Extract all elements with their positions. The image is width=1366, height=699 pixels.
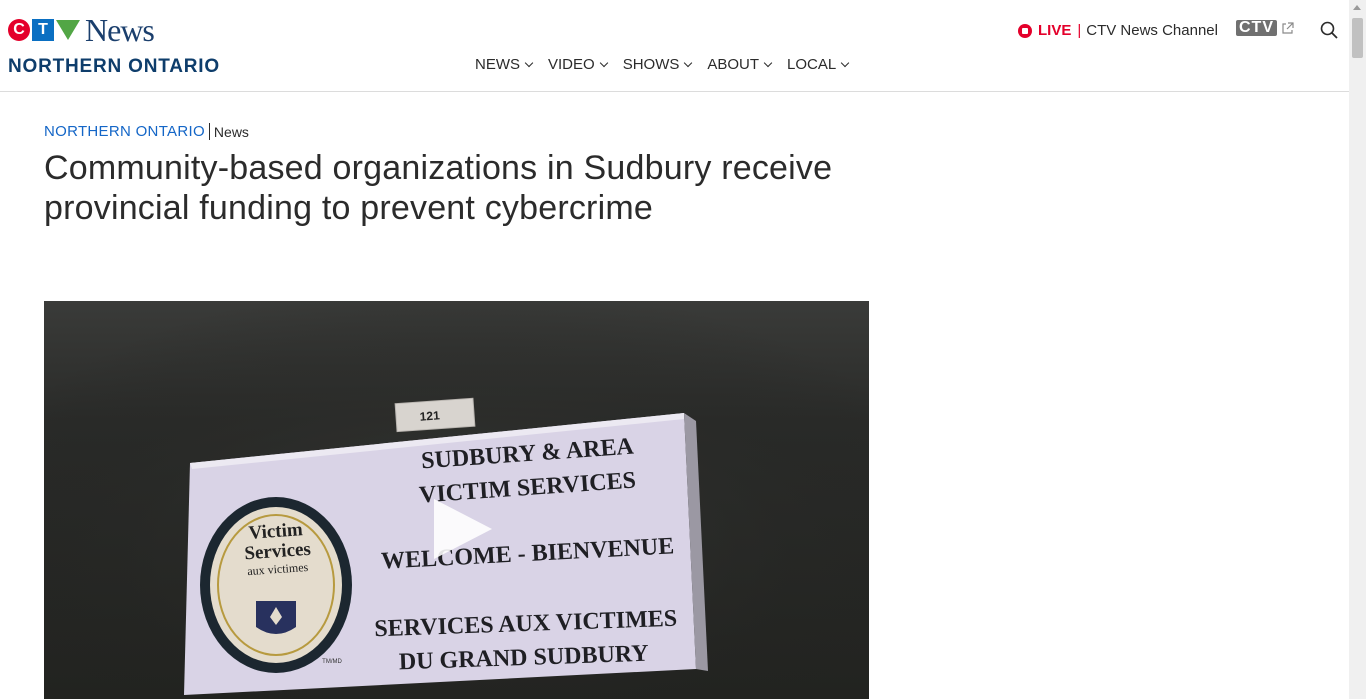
breadcrumb: NORTHERN ONTARIO News bbox=[44, 123, 249, 140]
chevron-down-icon bbox=[763, 58, 773, 67]
breadcrumb-divider bbox=[208, 123, 210, 140]
page-scrollbar[interactable] bbox=[1349, 0, 1366, 699]
nav-item-label: ABOUT bbox=[707, 56, 760, 73]
nav-item-shows[interactable]: SHOWS bbox=[622, 56, 693, 73]
breadcrumb-section-link[interactable]: News bbox=[214, 124, 249, 140]
sign-room-number: 121 bbox=[419, 408, 440, 423]
nav-item-label: SHOWS bbox=[622, 56, 680, 73]
live-icon bbox=[1018, 23, 1032, 38]
sign-trademark: TM/MD bbox=[322, 659, 342, 665]
nav-item-news[interactable]: NEWS bbox=[475, 56, 534, 73]
logo-letter-v bbox=[56, 20, 80, 40]
logo-letter-c: C bbox=[8, 19, 30, 41]
chevron-down-icon bbox=[684, 58, 693, 67]
nav-item-about[interactable]: ABOUT bbox=[707, 56, 773, 73]
chevron-down-icon bbox=[841, 58, 850, 67]
region-title[interactable]: NORTHERN ONTARIO bbox=[8, 56, 220, 78]
ctv-news-logo[interactable]: C T News bbox=[8, 12, 155, 48]
nav-item-label: VIDEO bbox=[548, 56, 595, 73]
live-separator: | bbox=[1077, 22, 1082, 39]
ctv-logo: CTV bbox=[1236, 20, 1277, 36]
live-label: LIVE bbox=[1038, 22, 1072, 39]
main-nav: NEWS VIDEO SHOWS ABOUT LOCAL bbox=[475, 56, 850, 73]
live-channel-name: CTV News Channel bbox=[1086, 22, 1218, 39]
logo-wordmark: News bbox=[85, 12, 155, 48]
chevron-down-icon bbox=[524, 58, 534, 67]
scrollbar-thumb[interactable] bbox=[1352, 18, 1363, 58]
video-player[interactable]: 121 Victim Services aux victimes SUDBURY… bbox=[44, 301, 869, 699]
live-link[interactable]: LIVE | CTV News Channel bbox=[1018, 22, 1218, 39]
breadcrumb-region-link[interactable]: NORTHERN ONTARIO bbox=[44, 123, 205, 140]
nav-item-local[interactable]: LOCAL bbox=[787, 56, 850, 73]
nav-item-label: LOCAL bbox=[787, 56, 837, 73]
nav-item-video[interactable]: VIDEO bbox=[548, 56, 608, 73]
chevron-down-icon bbox=[599, 58, 608, 67]
play-icon[interactable] bbox=[434, 499, 492, 559]
external-link-icon bbox=[1282, 21, 1294, 34]
article-headline: Community-based organizations in Sudbury… bbox=[44, 149, 833, 227]
logo-letter-t: T bbox=[32, 19, 54, 41]
site-header: C T News NORTHERN ONTARIO NEWS VIDEO SHO… bbox=[0, 0, 1349, 92]
search-icon[interactable] bbox=[1320, 21, 1338, 39]
scroll-up-arrow-icon[interactable] bbox=[1353, 5, 1361, 10]
nav-item-label: NEWS bbox=[475, 56, 520, 73]
ctv-external-link[interactable]: CTV bbox=[1236, 20, 1294, 36]
